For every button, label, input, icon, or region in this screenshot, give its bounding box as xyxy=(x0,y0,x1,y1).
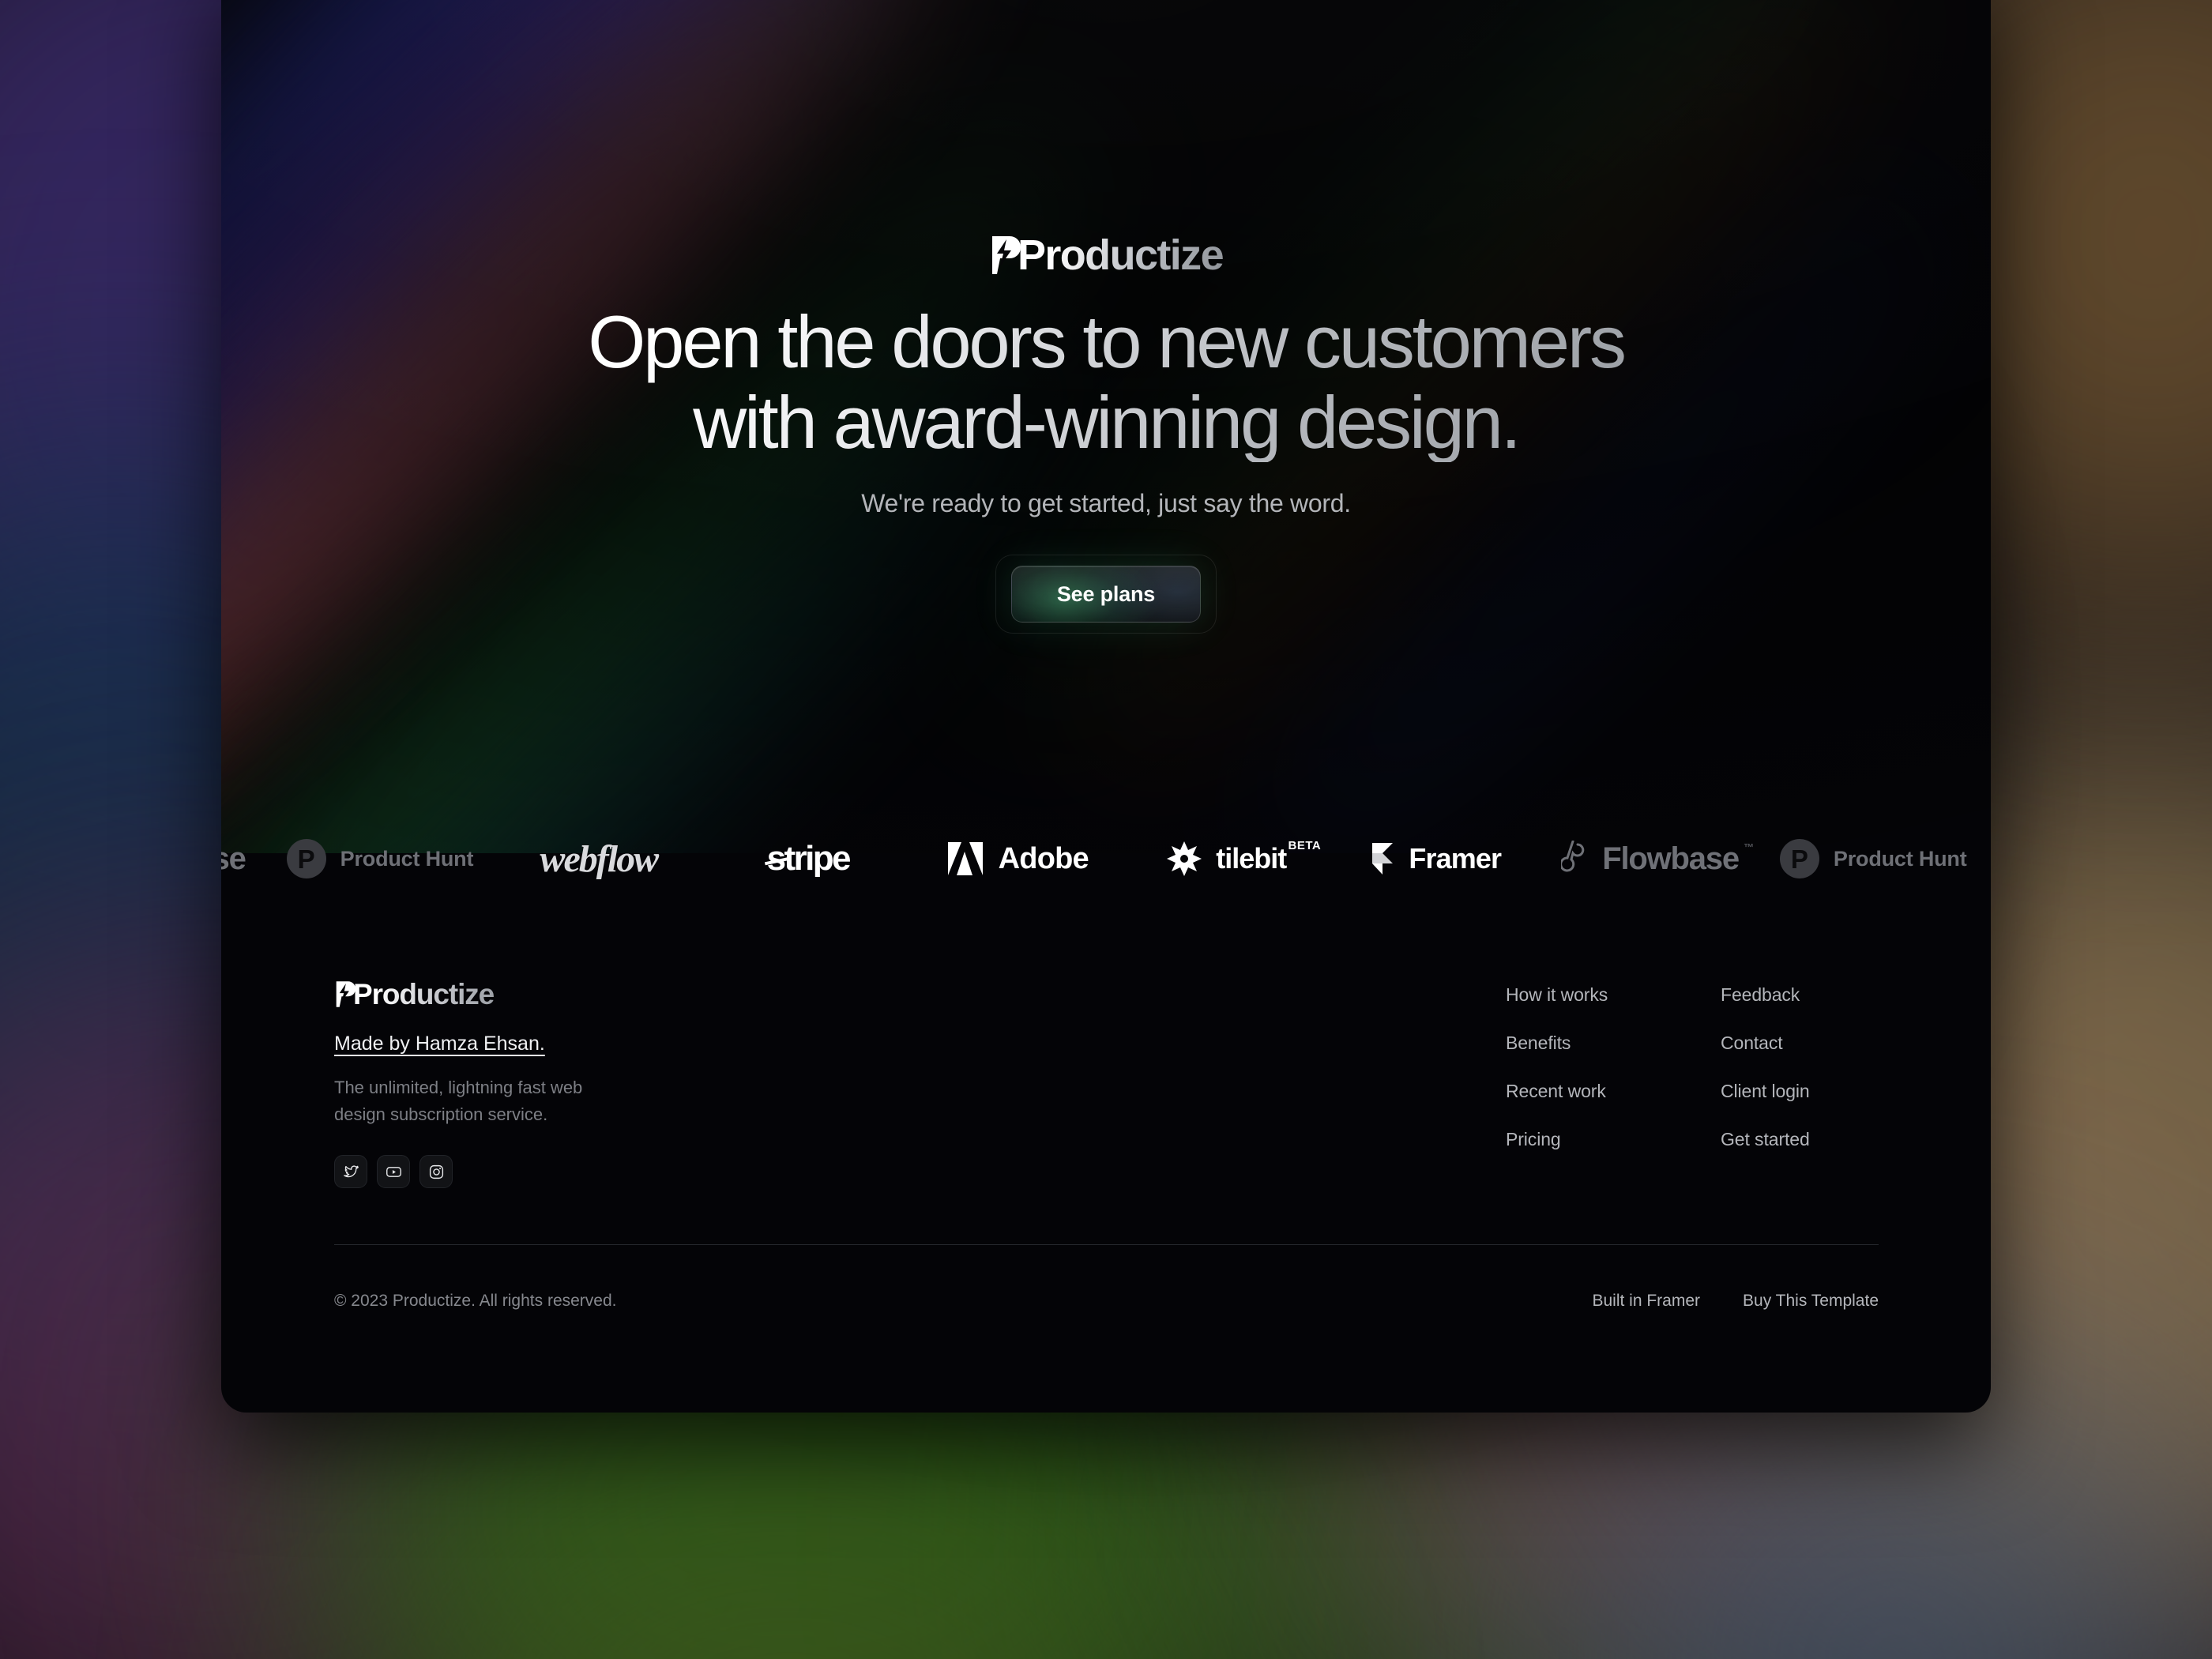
framer-mark-icon xyxy=(1372,843,1394,875)
brand-logo-text: Productize xyxy=(1017,231,1224,279)
logo-label-framer: Framer xyxy=(1409,842,1502,875)
headline-line-1: Open the doors to new customers xyxy=(588,300,1624,383)
logo-item-tilebit[interactable]: tilebit BETA xyxy=(1122,819,1331,898)
page-root: Productize Open the doors to new custome… xyxy=(0,0,2212,1659)
logo-item-adobe[interactable]: Adobe xyxy=(912,819,1122,898)
page-title: Open the doors to new customers with awa… xyxy=(588,302,1624,462)
logo-item-framer[interactable]: Framer xyxy=(1331,819,1540,898)
twitter-icon xyxy=(343,1165,359,1177)
tilebit-wordmark: tilebit xyxy=(1216,842,1287,875)
logo-label-flowbase-clipped: Flowbase xyxy=(221,841,246,876)
copyright-text: © 2023 Productize. All rights reserved. xyxy=(334,1292,617,1310)
flowbase-tm-mark: ™ xyxy=(1744,841,1754,853)
logo-item-flowbase-clipped[interactable]: Flowbase xyxy=(221,819,266,898)
instagram-icon xyxy=(429,1164,443,1179)
logo-item-product-hunt[interactable]: P Product Hunt xyxy=(266,819,495,898)
brand-logo[interactable]: Productize xyxy=(989,231,1224,279)
content-card: Productize Open the doors to new custome… xyxy=(221,0,1991,1413)
footer-bottom-links: Built in Framer Buy This Template xyxy=(1592,1292,1879,1311)
logo-item-webflow[interactable]: webflow xyxy=(494,819,703,898)
social-link-twitter[interactable] xyxy=(334,1155,367,1189)
footer-link-benefits[interactable]: Benefits xyxy=(1506,1033,1721,1054)
footer-link-client-login[interactable]: Client login xyxy=(1721,1081,1879,1102)
social-links xyxy=(334,1155,1879,1189)
headline-line-2: with award-winning design. xyxy=(693,380,1519,464)
logo-label-tilebit: tilebit BETA xyxy=(1216,839,1321,875)
adobe-a-icon xyxy=(947,842,983,875)
logo-item-product-hunt-loop[interactable]: P Product Hunt xyxy=(1759,819,1988,898)
logo-label-adobe: Adobe xyxy=(998,841,1089,875)
tilebit-beta-badge: BETA xyxy=(1288,839,1322,852)
lightning-bolt-p-icon xyxy=(991,236,1021,274)
footer-brand-logo-text: Productize xyxy=(353,978,495,1010)
footer: Productize Made by Hamza Ehsan. The unli… xyxy=(221,940,1991,1382)
social-link-instagram[interactable] xyxy=(419,1155,453,1189)
footer-inner: Productize Made by Hamza Ehsan. The unli… xyxy=(334,940,1879,1189)
hero-section: Productize Open the doors to new custome… xyxy=(221,0,1991,790)
product-hunt-circle-p-icon: P xyxy=(1779,839,1819,878)
tilebit-star-icon xyxy=(1167,841,1202,876)
footer-link-feedback[interactable]: Feedback xyxy=(1721,984,1879,1006)
footer-bottom-bar: © 2023 Productize. All rights reserved. … xyxy=(334,1292,1879,1311)
built-in-framer-link[interactable]: Built in Framer xyxy=(1592,1292,1700,1311)
see-plans-button[interactable]: See plans xyxy=(1011,566,1201,623)
footer-link-get-started[interactable]: Get started xyxy=(1721,1129,1879,1150)
made-by-link[interactable]: Made by Hamza Ehsan. xyxy=(334,1033,545,1055)
lightning-bolt-p-icon xyxy=(336,981,356,1007)
footer-link-how-it-works[interactable]: How it works xyxy=(1506,984,1721,1006)
logo-label-product-hunt-loop: Product Hunt xyxy=(1833,846,1967,871)
footer-nav-column-2: Feedback Contact Client login Get starte… xyxy=(1721,984,1879,1150)
logo-label-webflow: webflow xyxy=(540,837,659,880)
social-link-youtube[interactable] xyxy=(377,1155,410,1189)
hero-subheading: We're ready to get started, just say the… xyxy=(861,489,1351,518)
footer-tagline: The unlimited, lightning fast web design… xyxy=(334,1078,583,1125)
marquee-track: Flowbase P Product Hunt webflow stripe xyxy=(221,819,1988,898)
footer-divider xyxy=(334,1244,1879,1245)
logo-label-stripe: stripe xyxy=(766,839,852,878)
footer-nav: How it works Benefits Recent work Pricin… xyxy=(1506,984,1879,1150)
flowbase-knot-icon xyxy=(1561,841,1585,872)
footer-link-contact[interactable]: Contact xyxy=(1721,1033,1879,1054)
footer-link-recent-work[interactable]: Recent work xyxy=(1506,1081,1721,1102)
logo-item-stripe[interactable]: stripe xyxy=(703,819,912,898)
cta-container: See plans xyxy=(995,555,1217,634)
footer-nav-column-1: How it works Benefits Recent work Pricin… xyxy=(1506,984,1721,1150)
logo-item-flowbase[interactable]: Flowbase ™ xyxy=(1540,819,1759,898)
logo-label-flowbase: Flowbase ™ xyxy=(1602,841,1754,877)
partner-logo-marquee: Flowbase P Product Hunt webflow stripe xyxy=(221,799,1991,918)
logo-label-product-hunt: Product Hunt xyxy=(340,846,474,871)
flowbase-wordmark: Flowbase xyxy=(1602,841,1740,876)
product-hunt-circle-p-icon: P xyxy=(286,839,326,878)
buy-this-template-link[interactable]: Buy This Template xyxy=(1743,1292,1879,1311)
youtube-icon xyxy=(386,1166,401,1177)
footer-link-pricing[interactable]: Pricing xyxy=(1506,1129,1721,1150)
